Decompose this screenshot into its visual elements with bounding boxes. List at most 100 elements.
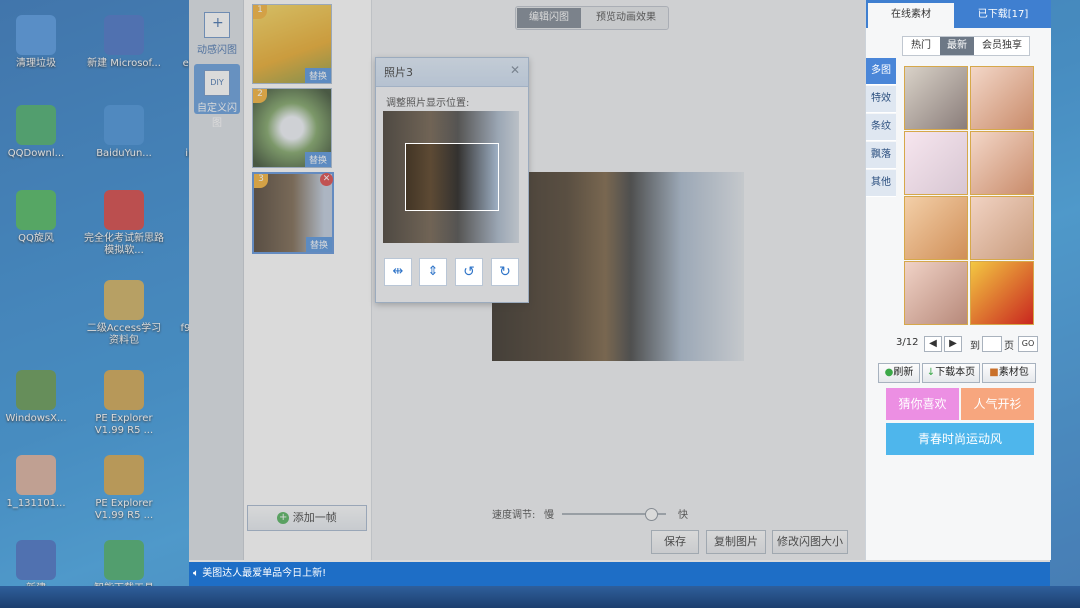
desktop-icon-label: WindowsX...: [5, 413, 67, 424]
rotate-left-icon[interactable]: ↺: [455, 258, 483, 286]
status-bar: 🔈︎ 美图达人最爱单品今日上新!: [189, 562, 1050, 586]
category-stripes[interactable]: 条纹: [866, 114, 896, 141]
desktop-icon-label: QQDownl...: [7, 148, 65, 159]
copy-image-button[interactable]: 复制图片: [706, 530, 766, 554]
desktop-icon-label: BaiduYun...: [96, 148, 152, 159]
desktop-icon-label: 1_131101...: [6, 498, 66, 509]
banner-guess[interactable]: 猜你喜欢: [886, 388, 959, 420]
desktop-icon[interactable]: 新建 Microsof...: [82, 15, 166, 70]
desktop-icon-label: 完全化考试新思路模拟软...: [84, 233, 164, 256]
desktop-icon[interactable]: QQDownl...: [0, 105, 78, 160]
file-icon: [16, 370, 56, 410]
desktop-icon[interactable]: 完全化考试新思路模拟软...: [82, 190, 166, 257]
desktop-icon-label: 新建 Microsof...: [87, 58, 161, 69]
flip-vertical-icon[interactable]: ⇕: [419, 258, 447, 286]
download-page-label: 下载本页: [935, 367, 976, 378]
dialog-instruction: 调整照片显示位置:: [386, 98, 470, 109]
flip-horizontal-icon[interactable]: ⇹: [384, 258, 412, 286]
file-icon: [16, 540, 56, 580]
tab-downloaded[interactable]: 已下载[17]: [958, 4, 1048, 26]
prev-page-button[interactable]: ◀: [924, 336, 942, 352]
desktop-icon-label: 二级Access学习资料包: [86, 323, 162, 346]
material-thumb[interactable]: [904, 131, 968, 195]
subtab-vip[interactable]: 会员独享: [975, 37, 1029, 55]
file-icon: [16, 455, 56, 495]
resize-button[interactable]: 修改闪图大小: [772, 530, 848, 554]
material-thumb[interactable]: [970, 261, 1034, 325]
file-icon: [104, 280, 144, 320]
frame-list: 1 替换 2 替换 3 ✕ 替换: [244, 0, 372, 560]
desktop-icon[interactable]: 1_131101...: [0, 455, 78, 510]
tab-preview[interactable]: 预览动画效果: [586, 8, 666, 28]
file-icon: [104, 540, 144, 580]
material-thumb[interactable]: [970, 131, 1034, 195]
crop-preview[interactable]: [383, 111, 519, 243]
left-mode-bar: + 动感闪图 DIY 自定义闪图: [189, 0, 244, 560]
add-frame-button[interactable]: + 添加一帧: [247, 505, 367, 531]
download-icon: ↓: [926, 367, 936, 378]
banner-popular[interactable]: 人气开衫: [961, 388, 1034, 420]
replace-button[interactable]: 替换: [304, 68, 331, 83]
mode-dynamic-flash[interactable]: + 动感闪图: [194, 6, 240, 56]
download-page-button[interactable]: ↓下载本页: [922, 363, 980, 383]
speaker-icon: 🔈︎: [193, 568, 199, 579]
desktop-icon[interactable]: QQ旋风: [0, 190, 78, 245]
desktop-icon-label: PE Explorer V1.99 R5 ...: [94, 498, 154, 521]
material-tabs: 在线素材 已下载[17]: [866, 0, 1051, 28]
desktop-icon[interactable]: PE Explorer V1.99 R5 ...: [82, 370, 166, 437]
frame-number: 1: [253, 5, 267, 19]
pack-icon: ■: [989, 367, 999, 378]
subtab-hot[interactable]: 热门: [903, 37, 939, 55]
next-page-button[interactable]: ▶: [944, 336, 962, 352]
category-effects[interactable]: 特效: [866, 86, 896, 113]
refresh-button[interactable]: ●刷新: [878, 363, 920, 383]
frame-thumb-1[interactable]: 1 替换: [252, 4, 332, 84]
tab-edit-flash[interactable]: 编辑闪图: [517, 8, 581, 28]
rotate-right-icon[interactable]: ↻: [491, 258, 519, 286]
material-thumb[interactable]: [970, 196, 1034, 260]
material-pack-button[interactable]: ■素材包: [982, 363, 1036, 383]
replace-button[interactable]: 替换: [305, 237, 332, 252]
desktop-icon[interactable]: 清理垃圾: [0, 15, 78, 70]
category-falling[interactable]: 飘落: [866, 142, 896, 169]
desktop-icon[interactable]: WindowsX...: [0, 370, 78, 425]
frame-thumb-2[interactable]: 2 替换: [252, 88, 332, 168]
subtab-latest[interactable]: 最新: [940, 37, 974, 55]
speed-slow-label: 慢: [544, 510, 554, 521]
category-multi[interactable]: 多图: [866, 58, 896, 85]
speed-slider-thumb[interactable]: [645, 508, 659, 521]
material-thumb[interactable]: [904, 261, 968, 325]
status-text: 美图达人最爱单品今日上新!: [202, 568, 327, 579]
dialog-tools: ⇹ ⇕ ↺ ↻: [383, 258, 519, 288]
speed-fast-label: 快: [678, 510, 688, 521]
category-other[interactable]: 其他: [866, 170, 896, 197]
tab-online-material[interactable]: 在线素材: [868, 3, 954, 28]
go-button[interactable]: GO: [1018, 336, 1038, 352]
banner-youth[interactable]: 青春时尚运动风: [886, 423, 1034, 455]
speed-control: 速度调节: 慢 快: [492, 506, 692, 522]
diy-icon: DIY: [204, 70, 230, 96]
save-button[interactable]: 保存: [651, 530, 699, 554]
file-icon: [104, 105, 144, 145]
desktop-icon-label: 清理垃圾: [16, 58, 56, 69]
desktop-icon[interactable]: PE Explorer V1.99 R5 ...: [82, 455, 166, 522]
replace-button[interactable]: 替换: [304, 152, 331, 167]
crop-box[interactable]: [405, 143, 499, 211]
app-window: + 动感闪图 DIY 自定义闪图 1 替换 2 替换 3 ✕ 替换 + 添加一帧…: [189, 0, 1051, 586]
material-thumb[interactable]: [970, 66, 1034, 130]
frame-thumb-3[interactable]: 3 ✕ 替换: [252, 172, 334, 254]
page-input[interactable]: [982, 336, 1002, 352]
file-icon: [104, 455, 144, 495]
goto-label: 到: [970, 341, 980, 352]
material-thumb[interactable]: [904, 66, 968, 130]
speed-label: 速度调节:: [492, 510, 536, 521]
delete-frame-icon[interactable]: ✕: [320, 173, 333, 186]
desktop-icon[interactable]: 二级Access学习资料包: [82, 280, 166, 347]
photo-adjust-dialog: 照片3 ✕ 调整照片显示位置: ⇹ ⇕ ↺ ↻: [375, 57, 529, 303]
mode-custom-flash[interactable]: DIY 自定义闪图: [194, 64, 240, 129]
add-icon: +: [277, 512, 290, 524]
desktop-icon[interactable]: BaiduYun...: [82, 105, 166, 160]
close-icon[interactable]: ✕: [510, 63, 520, 77]
material-subtabs: 热门 最新 会员独享: [902, 36, 1030, 56]
material-thumb[interactable]: [904, 196, 968, 260]
